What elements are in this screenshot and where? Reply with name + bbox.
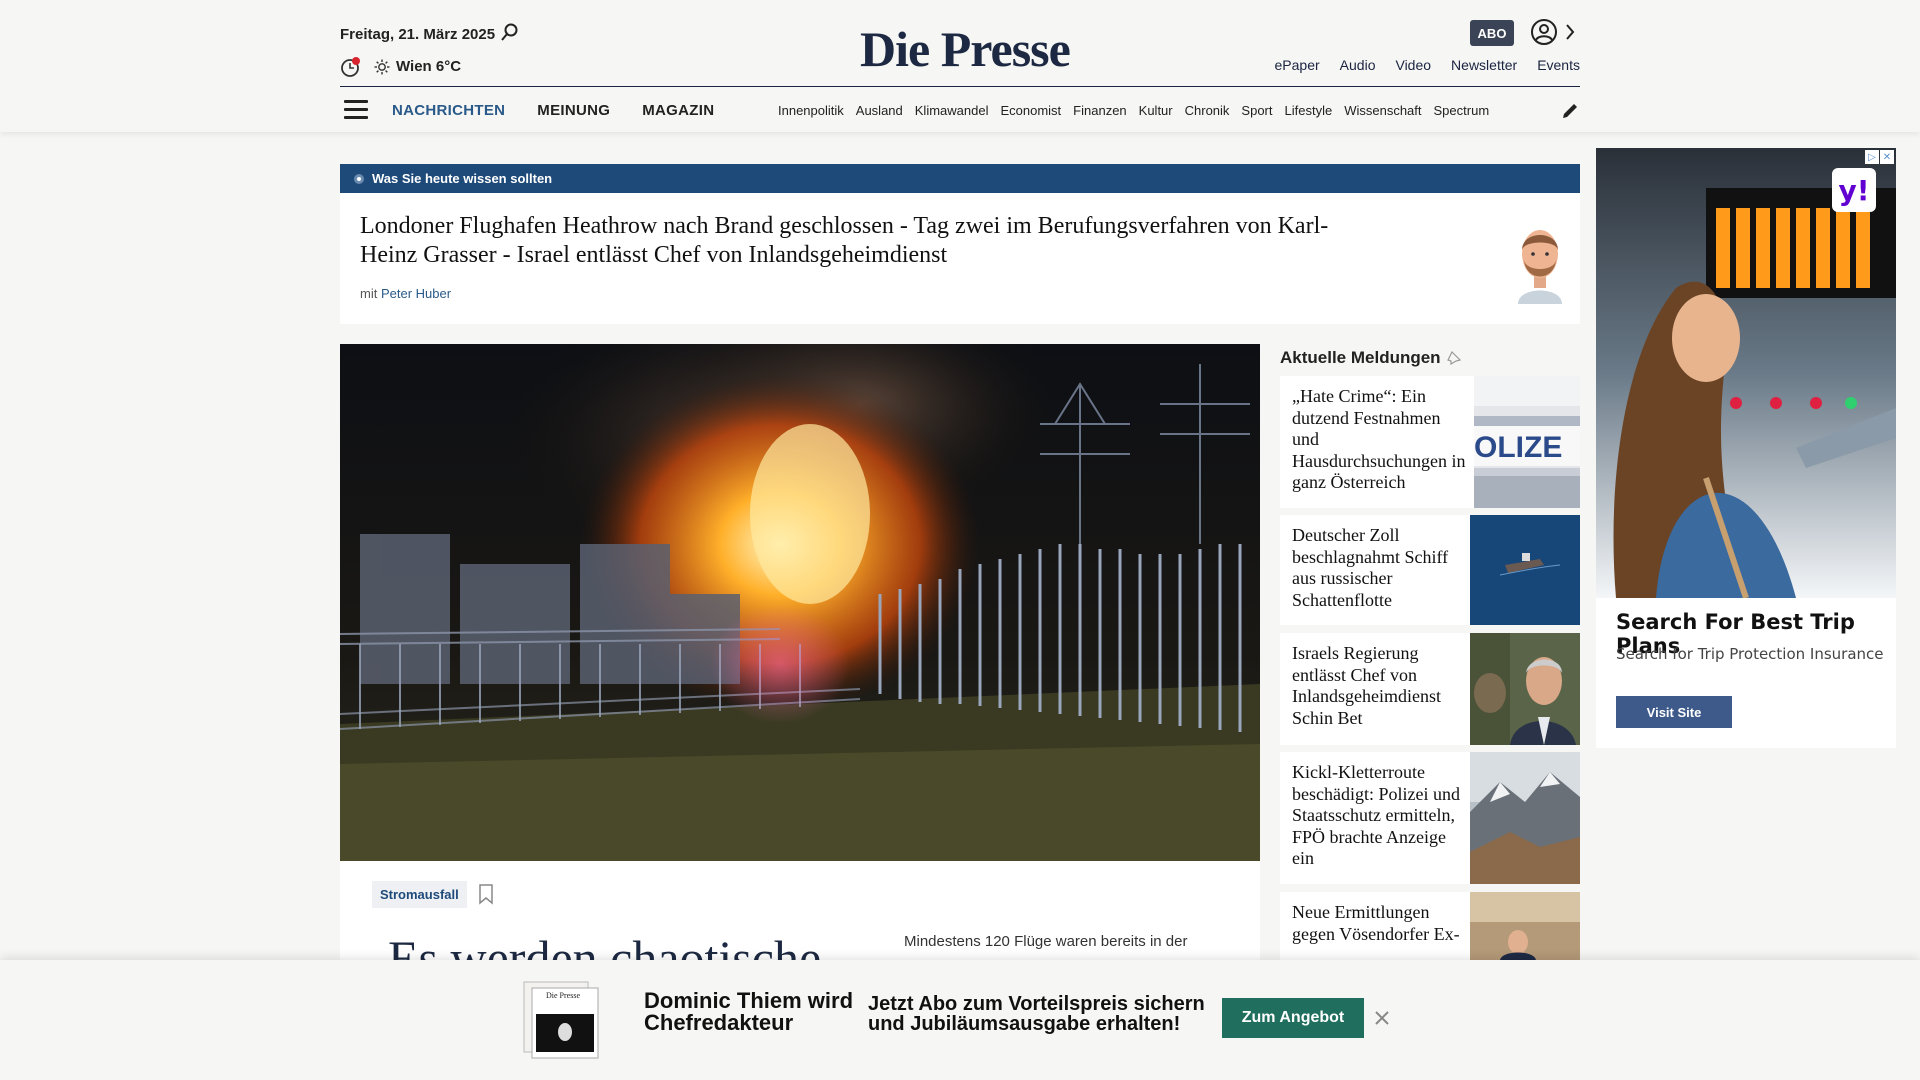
news-item-text: Neue Ermittlungen gegen Vösendorfer Ex- [1292, 902, 1460, 944]
top-links: ePaper Audio Video Newsletter Events [1275, 57, 1580, 73]
link-video[interactable]: Video [1395, 57, 1431, 73]
header-inner: Freitag, 21. März 2025 Wien 6°C Die Pres [340, 0, 1580, 132]
search-icon[interactable] [500, 22, 520, 42]
news-item-text: „Hate Crime“: Ein dutzend Festnahmen und… [1292, 386, 1466, 492]
subnav-economist[interactable]: Economist [1000, 103, 1061, 118]
pencil-icon[interactable] [1560, 101, 1580, 121]
subnav-ausland[interactable]: Ausland [856, 103, 903, 118]
news-item-image [1470, 892, 1580, 960]
ad-visit-button[interactable]: Visit Site [1616, 696, 1732, 728]
current-date: Freitag, 21. März 2025 [340, 26, 496, 43]
news-item-image [1470, 515, 1580, 625]
briefing-label: Was Sie heute wissen sollten [372, 171, 553, 186]
ad-image[interactable] [1596, 148, 1896, 598]
nav-meinung[interactable]: MEINUNG [537, 102, 610, 119]
latest-news-panel: Aktuelle Meldungen „Hate Crime“: Ein dut… [1280, 344, 1580, 960]
banner-headline: Dominic Thiem wird Chefredakteur [644, 988, 854, 1035]
nav-nachrichten[interactable]: NACHRICHTEN [392, 102, 505, 119]
link-events[interactable]: Events [1537, 57, 1580, 73]
news-item-voesendorf[interactable]: Neue Ermittlungen gegen Vösendorfer Ex- [1280, 892, 1580, 960]
news-item-image: OLIZE [1474, 376, 1580, 508]
author-prefix: mit [360, 286, 378, 301]
chevron-right-icon[interactable] [1564, 22, 1576, 42]
newspaper-thumbnail: Die Presse [523, 981, 599, 1059]
news-item-image [1470, 633, 1580, 745]
briefing-title[interactable]: Londoner Flughafen Heathrow nach Brand g… [360, 212, 1340, 270]
subnav-spectrum[interactable]: Spectrum [1434, 103, 1490, 118]
pin-icon [1446, 351, 1461, 365]
site-header: Freitag, 21. März 2025 Wien 6°C Die Pres [0, 0, 1920, 132]
menu-hamburger-icon[interactable] [344, 100, 368, 120]
weather-text: Wien 6°C [396, 58, 462, 75]
link-epaper[interactable]: ePaper [1275, 57, 1320, 73]
live-dot-icon [354, 173, 364, 184]
daily-briefing-card[interactable]: Was Sie heute wissen sollten Londoner Fl… [340, 164, 1580, 324]
ad-subtitle: Search for Trip Protection Insurance [1616, 645, 1884, 663]
story-tag[interactable]: Stromausfall [372, 881, 467, 908]
news-item-text: Israels Regierung entlässt Chef von Inla… [1292, 643, 1441, 728]
yahoo-logo: y! [1832, 168, 1876, 212]
news-item-kickl[interactable]: Kickl-Kletterroute beschädigt: Polizei u… [1280, 752, 1580, 884]
ad-close-icon[interactable]: ✕ [1880, 150, 1894, 164]
bookmark-icon[interactable] [478, 883, 494, 905]
latest-news-title: Aktuelle Meldungen [1280, 344, 1580, 372]
site-logo[interactable]: Die Presse [860, 20, 1071, 78]
weather-widget[interactable]: Wien 6°C [374, 58, 461, 75]
hero-image[interactable] [340, 344, 1260, 861]
subnav-chronik[interactable]: Chronik [1185, 103, 1230, 118]
news-item-hate-crime[interactable]: „Hate Crime“: Ein dutzend Festnahmen und… [1280, 376, 1580, 508]
zum-angebot-button[interactable]: Zum Angebot [1222, 998, 1364, 1038]
briefing-author: mit Peter Huber [360, 286, 451, 301]
news-clock-icon[interactable] [340, 56, 362, 78]
subnav-klimawandel[interactable]: Klimawandel [915, 103, 989, 118]
news-item-text: Deutscher Zoll beschlagnahmt Schiff aus … [1292, 525, 1449, 610]
subnav-finanzen[interactable]: Finanzen [1073, 103, 1126, 118]
subnav-wissenschaft[interactable]: Wissenschaft [1344, 103, 1421, 118]
header-divider [340, 86, 1580, 87]
news-item-zoll[interactable]: Deutscher Zoll beschlagnahmt Schiff aus … [1280, 515, 1580, 625]
subnav-sport[interactable]: Sport [1241, 103, 1272, 118]
link-newsletter[interactable]: Newsletter [1451, 57, 1517, 73]
story-teaser: Mindestens 120 Flüge waren bereits in de… [904, 933, 1188, 950]
close-icon[interactable] [1372, 1008, 1392, 1028]
briefing-bar: Was Sie heute wissen sollten [340, 164, 1580, 193]
author-name[interactable]: Peter Huber [381, 286, 451, 301]
user-account-icon[interactable] [1530, 18, 1558, 46]
news-item-image [1470, 752, 1580, 884]
main-nav: NACHRICHTEN MEINUNG MAGAZIN [392, 102, 714, 119]
nav-magazin[interactable]: MAGAZIN [642, 102, 714, 119]
news-item-text: Kickl-Kletterroute beschädigt: Polizei u… [1292, 762, 1460, 868]
subscription-banner: Die Presse Dominic Thiem wird Chefredakt… [0, 960, 1920, 1080]
subnav-innenpolitik[interactable]: Innenpolitik [778, 103, 844, 118]
ad-info-icon[interactable]: ▷ [1865, 150, 1879, 164]
latest-news-heading: Aktuelle Meldungen [1280, 348, 1441, 367]
subnav-fade [1500, 96, 1540, 126]
thumbnail-logo: Die Presse [546, 991, 580, 1000]
sub-nav: Innenpolitik Ausland Klimawandel Economi… [778, 103, 1538, 118]
author-avatar [1518, 230, 1562, 304]
link-audio[interactable]: Audio [1340, 57, 1376, 73]
ad-controls: ▷ ✕ [1865, 150, 1894, 164]
sun-icon [374, 59, 390, 74]
news-item-israel[interactable]: Israels Regierung entlässt Chef von Inla… [1280, 633, 1580, 745]
police-car-text: OLIZE [1474, 431, 1562, 464]
abo-button[interactable]: ABO [1470, 20, 1514, 46]
subnav-kultur[interactable]: Kultur [1139, 103, 1173, 118]
ad-unit[interactable]: ▷ ✕ y! Search For Best Trip Plans Search… [1596, 148, 1896, 748]
banner-offer-text: Jetzt Abo zum Vorteilspreis sichern und … [868, 993, 1205, 1035]
subnav-lifestyle[interactable]: Lifestyle [1285, 103, 1333, 118]
